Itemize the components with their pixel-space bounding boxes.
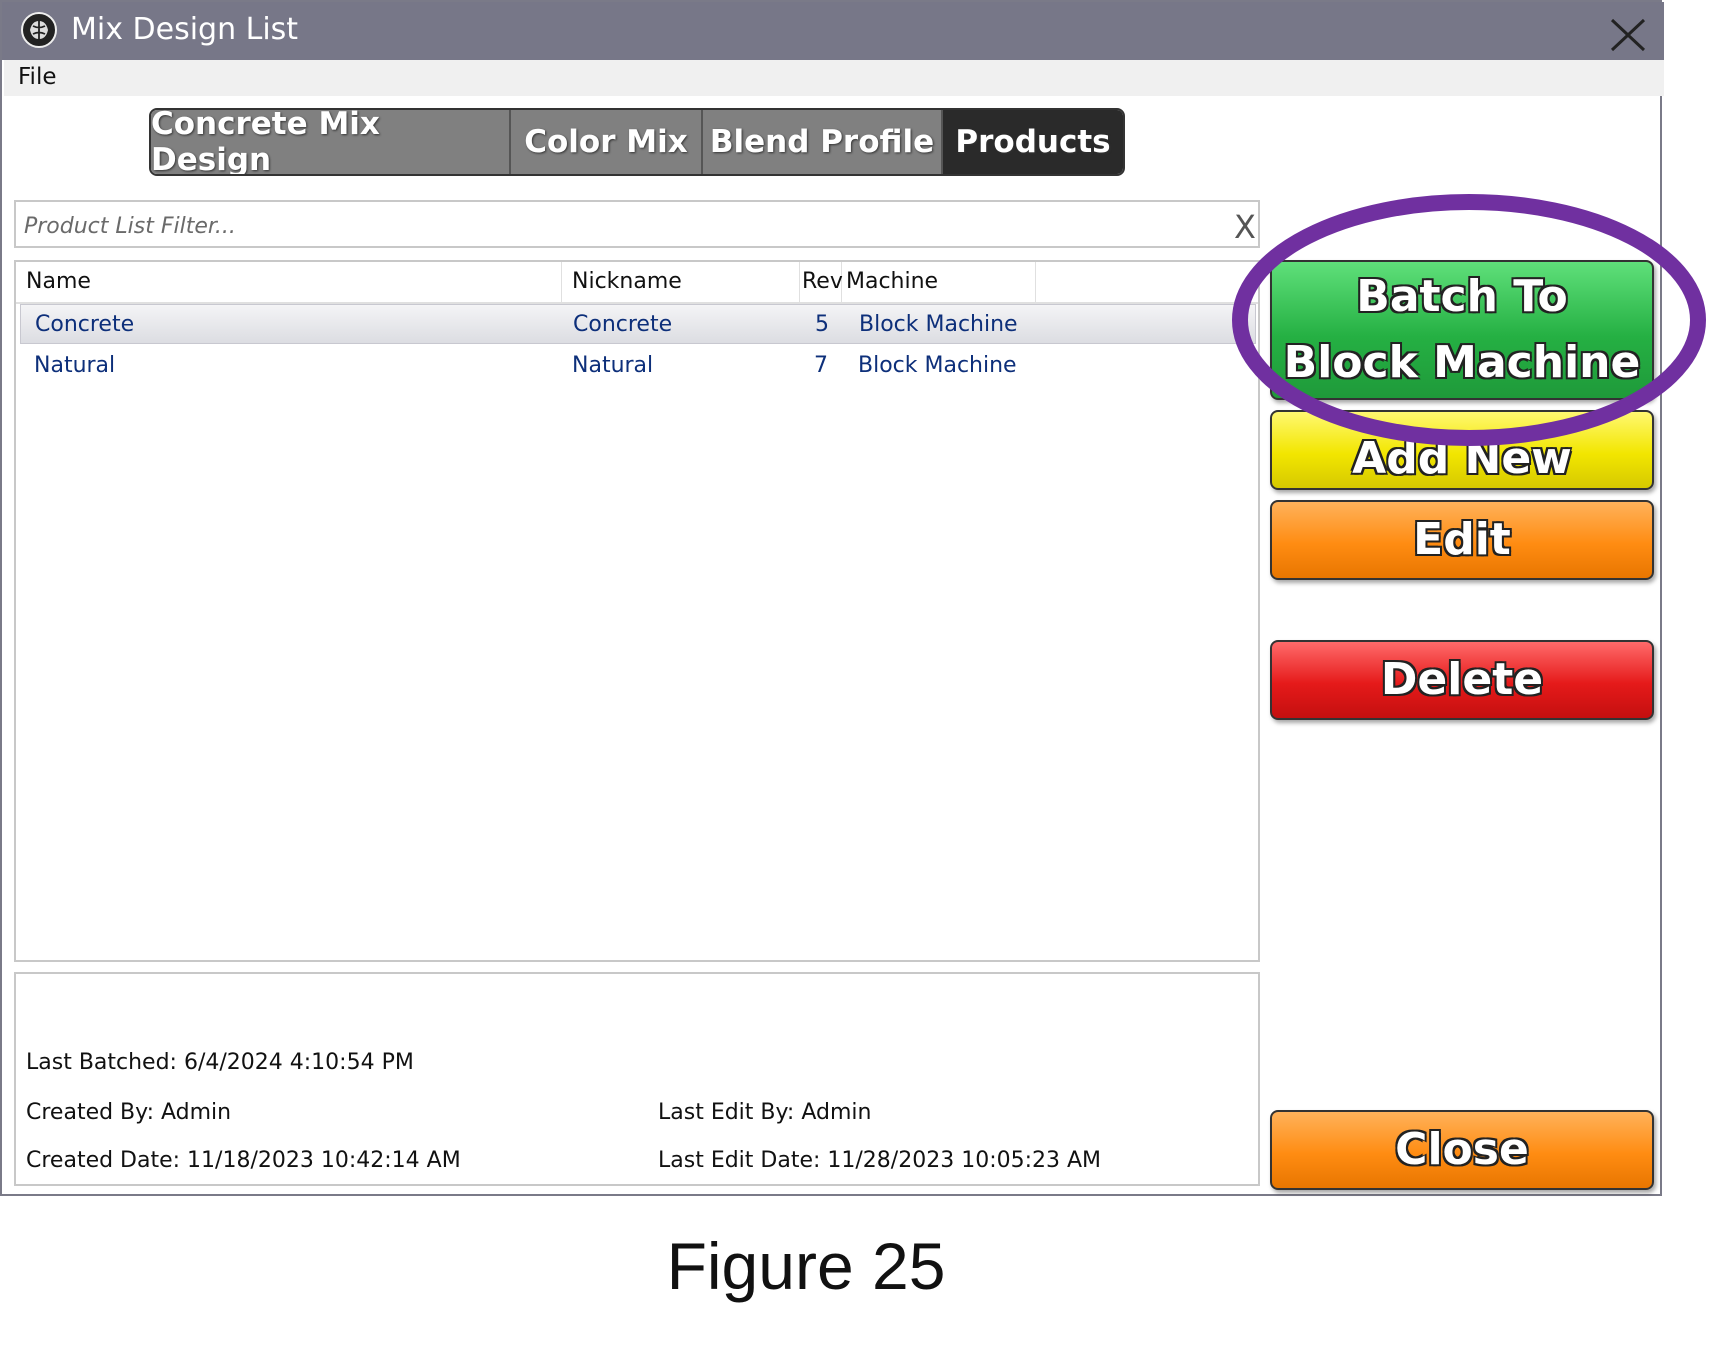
cell-rev: 7	[814, 353, 828, 378]
window-title: Mix Design List	[71, 12, 299, 47]
delete-button[interactable]: Delete	[1270, 640, 1654, 720]
table-row[interactable]: Concrete Concrete 5 Block Machine	[20, 304, 1256, 344]
cell-nickname: Natural	[572, 353, 654, 378]
cell-rev: 5	[815, 312, 829, 337]
menu-file[interactable]: File	[18, 64, 57, 90]
table-row[interactable]: Natural Natural 7 Block Machine	[20, 346, 1256, 386]
table-header: Name Nickname Rev Machine	[16, 262, 1258, 304]
edit-button[interactable]: Edit	[1270, 500, 1654, 580]
clear-filter-icon[interactable]: X	[1234, 208, 1256, 246]
delete-label: Delete	[1380, 654, 1544, 705]
product-table: Name Nickname Rev Machine Concrete Concr…	[14, 260, 1260, 962]
cell-machine: Block Machine	[858, 353, 1017, 378]
created-by-label: Created By: Admin	[26, 1100, 232, 1125]
product-list-filter: X	[14, 200, 1260, 248]
cell-machine: Block Machine	[859, 312, 1018, 337]
tab-blend-profile[interactable]: Blend Profile	[703, 110, 943, 174]
figure-caption: Figure 25	[666, 1229, 946, 1303]
last-edit-by-label: Last Edit By: Admin	[658, 1100, 872, 1125]
cell-name: Concrete	[35, 312, 135, 337]
last-batched-label: Last Batched: 6/4/2024 4:10:54 PM	[26, 1050, 414, 1075]
mix-type-tabs: Concrete Mix Design Color Mix Blend Prof…	[149, 108, 1125, 176]
created-date-label: Created Date: 11/18/2023 10:42:14 AM	[26, 1148, 461, 1173]
edit-label: Edit	[1413, 514, 1511, 565]
brain-gear-icon	[21, 12, 57, 48]
batch-to-block-machine-button[interactable]: Batch To Block Machine	[1270, 260, 1654, 400]
tab-color-mix[interactable]: Color Mix	[511, 110, 703, 174]
batch-button-line-2: Block Machine	[1283, 337, 1641, 388]
tab-concrete-mix-design[interactable]: Concrete Mix Design	[151, 110, 511, 174]
add-new-button[interactable]: Add New	[1270, 410, 1654, 490]
column-header-machine[interactable]: Machine	[842, 262, 1036, 302]
batch-button-line-1: Batch To	[1356, 271, 1568, 322]
last-edit-date-label: Last Edit Date: 11/28/2023 10:05:23 AM	[658, 1148, 1102, 1173]
close-icon[interactable]	[1606, 14, 1650, 56]
column-header-name[interactable]: Name	[16, 262, 562, 302]
product-details-panel: Last Batched: 6/4/2024 4:10:54 PM Create…	[14, 972, 1260, 1186]
add-new-label: Add New	[1352, 433, 1572, 484]
menu-bar: File	[4, 60, 1664, 96]
tab-products[interactable]: Products	[943, 110, 1123, 174]
close-button[interactable]: Close	[1270, 1110, 1654, 1190]
column-header-rev[interactable]: Rev	[800, 262, 843, 302]
cell-nickname: Concrete	[573, 312, 673, 337]
column-header-nickname[interactable]: Nickname	[562, 262, 800, 302]
filter-input[interactable]	[22, 208, 1206, 244]
cell-name: Natural	[34, 353, 116, 378]
close-label: Close	[1395, 1124, 1529, 1175]
title-bar: Mix Design List	[2, 2, 1664, 60]
mix-design-list-window: Mix Design List File Concrete Mix Design…	[0, 0, 1664, 1196]
